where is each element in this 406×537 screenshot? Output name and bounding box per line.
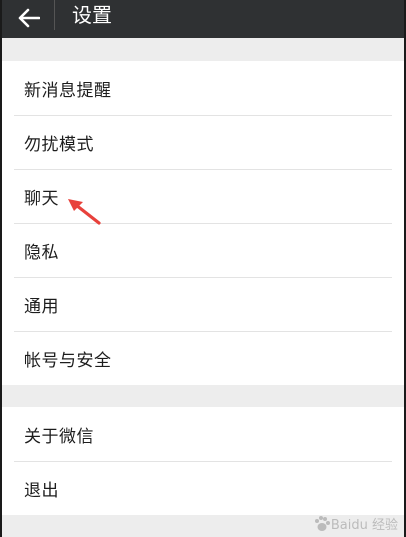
- settings-screen: 设置 新消息提醒 勿扰模式 聊天 隐私 通用 帐号与安全 关于微信 退出 Bai…: [2, 0, 404, 537]
- settings-item-notifications[interactable]: 新消息提醒: [2, 61, 404, 115]
- page-title: 设置: [72, 3, 112, 27]
- settings-item-about[interactable]: 关于微信: [2, 407, 404, 461]
- top-bar: 设置: [2, 0, 404, 38]
- settings-item-logout[interactable]: 退出: [2, 461, 404, 515]
- arrow-left-icon: [18, 8, 40, 28]
- section-spacer: [2, 38, 404, 60]
- settings-item-general[interactable]: 通用: [2, 277, 404, 331]
- settings-item-label: 关于微信: [24, 426, 94, 447]
- section-spacer: [2, 385, 404, 407]
- settings-list-secondary: 关于微信 退出: [2, 407, 404, 515]
- settings-item-label: 帐号与安全: [24, 350, 112, 371]
- red-arrow-annotation-icon: [68, 199, 101, 225]
- settings-item-privacy[interactable]: 隐私: [2, 223, 404, 277]
- settings-item-label: 聊天: [24, 188, 59, 209]
- settings-item-label: 通用: [24, 296, 59, 317]
- paw-logo-icon: [314, 515, 330, 531]
- watermark: Baidu 经验: [313, 514, 398, 533]
- topbar-divider: [54, 0, 55, 30]
- settings-item-label: 勿扰模式: [24, 134, 94, 155]
- settings-item-label: 新消息提醒: [24, 80, 112, 101]
- settings-list-main: 新消息提醒 勿扰模式 聊天 隐私 通用 帐号与安全: [2, 61, 404, 385]
- settings-item-label: 隐私: [24, 242, 59, 263]
- back-button[interactable]: [12, 3, 46, 33]
- settings-item-do-not-disturb[interactable]: 勿扰模式: [2, 115, 404, 169]
- settings-item-label: 退出: [24, 480, 59, 501]
- settings-item-account-security[interactable]: 帐号与安全: [2, 331, 404, 385]
- settings-item-chat[interactable]: 聊天: [2, 169, 404, 223]
- watermark-text: Baidu 经验: [330, 518, 398, 533]
